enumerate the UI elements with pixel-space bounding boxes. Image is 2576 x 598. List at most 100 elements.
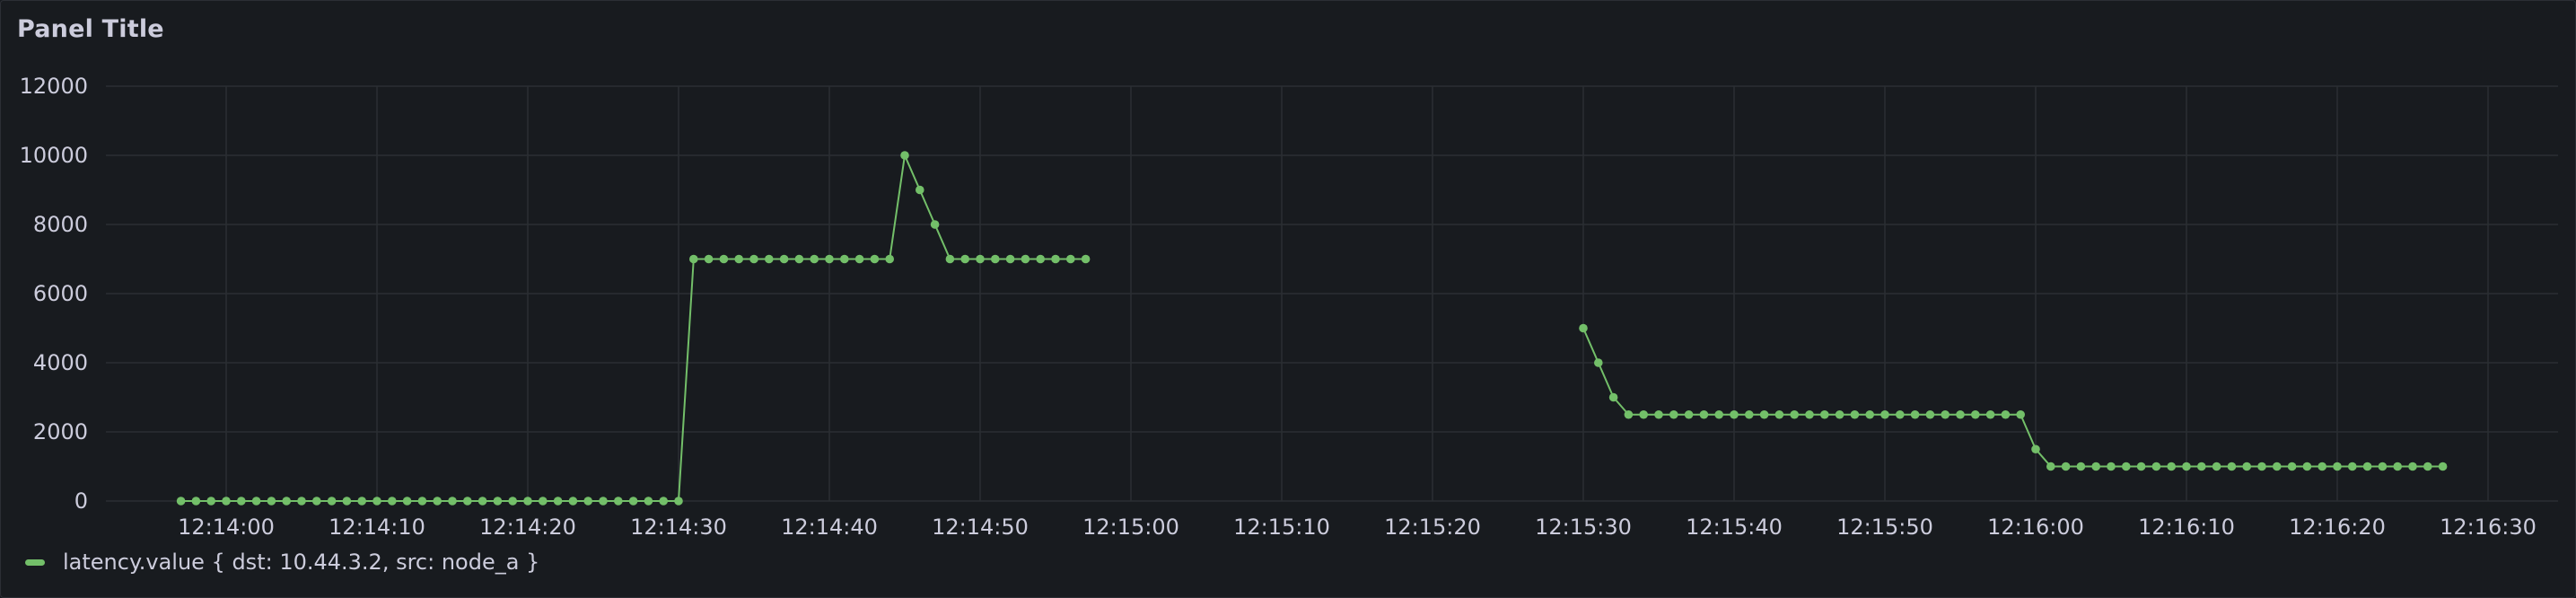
data-point[interactable] (840, 254, 849, 264)
data-point[interactable] (1669, 409, 1678, 419)
data-point[interactable] (2167, 462, 2176, 471)
data-point[interactable] (2001, 409, 2011, 419)
data-point[interactable] (2227, 462, 2237, 471)
data-point[interactable] (765, 254, 774, 264)
legend-item[interactable]: latency.value { dst: 10.44.3.2, src: nod… (25, 550, 539, 575)
data-point[interactable] (1865, 409, 1874, 419)
data-point[interactable] (2242, 462, 2251, 471)
data-point[interactable] (2273, 462, 2282, 471)
data-point[interactable] (493, 497, 503, 506)
data-point[interactable] (433, 497, 442, 506)
data-point[interactable] (719, 254, 729, 264)
data-point[interactable] (1820, 409, 1829, 419)
data-point[interactable] (2107, 462, 2116, 471)
data-point[interactable] (916, 185, 924, 195)
data-point[interactable] (357, 497, 367, 506)
data-point[interactable] (2333, 462, 2342, 471)
data-point[interactable] (2031, 444, 2040, 454)
data-point[interactable] (417, 497, 427, 506)
data-point[interactable] (2016, 409, 2025, 419)
data-point[interactable] (810, 254, 819, 264)
data-point[interactable] (282, 497, 292, 506)
data-point[interactable] (2378, 462, 2388, 471)
data-point[interactable] (1639, 409, 1648, 419)
data-point[interactable] (734, 254, 743, 264)
data-point[interactable] (1081, 254, 1091, 264)
data-point[interactable] (2423, 462, 2432, 471)
data-point[interactable] (2302, 462, 2312, 471)
data-point[interactable] (2182, 462, 2191, 471)
data-point[interactable] (854, 254, 864, 264)
data-point[interactable] (825, 254, 834, 264)
data-point[interactable] (1579, 323, 1588, 333)
data-point[interactable] (1956, 409, 1965, 419)
data-point[interactable] (1624, 409, 1634, 419)
data-point[interactable] (1051, 254, 1060, 264)
data-point[interactable] (870, 254, 880, 264)
data-point[interactable] (222, 497, 231, 506)
data-point[interactable] (1835, 409, 1844, 419)
data-point[interactable] (1774, 409, 1784, 419)
data-point[interactable] (749, 254, 758, 264)
data-point[interactable] (1021, 254, 1030, 264)
data-point[interactable] (463, 497, 472, 506)
data-point[interactable] (568, 497, 578, 506)
data-point[interactable] (2076, 462, 2086, 471)
data-point[interactable] (614, 497, 623, 506)
data-point[interactable] (1850, 409, 1860, 419)
data-point[interactable] (1941, 409, 1950, 419)
data-point[interactable] (1714, 409, 1723, 419)
data-point[interactable] (599, 497, 608, 506)
data-point[interactable] (945, 254, 955, 264)
data-point[interactable] (1005, 254, 1015, 264)
data-point[interactable] (1759, 409, 1769, 419)
data-point[interactable] (251, 497, 261, 506)
data-point[interactable] (237, 497, 246, 506)
data-point[interactable] (539, 497, 548, 506)
data-point[interactable] (644, 497, 653, 506)
data-point[interactable] (976, 254, 985, 264)
data-point[interactable] (1985, 409, 1995, 419)
data-point[interactable] (704, 254, 714, 264)
data-point[interactable] (206, 497, 215, 506)
data-point[interactable] (1790, 409, 1799, 419)
data-point[interactable] (674, 497, 683, 506)
data-point[interactable] (448, 497, 457, 506)
data-point[interactable] (478, 497, 487, 506)
data-point[interactable] (2091, 462, 2100, 471)
data-point[interactable] (2046, 462, 2055, 471)
data-point[interactable] (1805, 409, 1814, 419)
data-point[interactable] (628, 497, 638, 506)
data-point[interactable] (930, 220, 940, 229)
data-point[interactable] (1699, 409, 1709, 419)
data-point[interactable] (2408, 462, 2417, 471)
data-point[interactable] (523, 497, 532, 506)
data-point[interactable] (297, 497, 306, 506)
data-point[interactable] (960, 254, 969, 264)
data-point[interactable] (2212, 462, 2221, 471)
data-point[interactable] (191, 497, 201, 506)
data-point[interactable] (779, 254, 789, 264)
data-point[interactable] (1684, 409, 1694, 419)
data-point[interactable] (2393, 462, 2402, 471)
data-point[interactable] (900, 151, 909, 160)
data-point[interactable] (402, 497, 412, 506)
data-point[interactable] (1925, 409, 1935, 419)
data-point[interactable] (342, 497, 352, 506)
data-point[interactable] (2136, 462, 2146, 471)
data-point[interactable] (372, 497, 381, 506)
data-point[interactable] (689, 254, 698, 264)
data-point[interactable] (1910, 409, 1920, 419)
data-point[interactable] (2438, 462, 2448, 471)
data-point[interactable] (508, 497, 517, 506)
data-point[interactable] (1036, 254, 1045, 264)
data-point[interactable] (794, 254, 804, 264)
data-point[interactable] (885, 254, 894, 264)
data-point[interactable] (2151, 462, 2161, 471)
data-point[interactable] (176, 497, 186, 506)
data-point[interactable] (2257, 462, 2266, 471)
data-point[interactable] (1654, 409, 1663, 419)
data-point[interactable] (991, 254, 1000, 264)
data-point[interactable] (2348, 462, 2357, 471)
data-point[interactable] (1730, 409, 1739, 419)
